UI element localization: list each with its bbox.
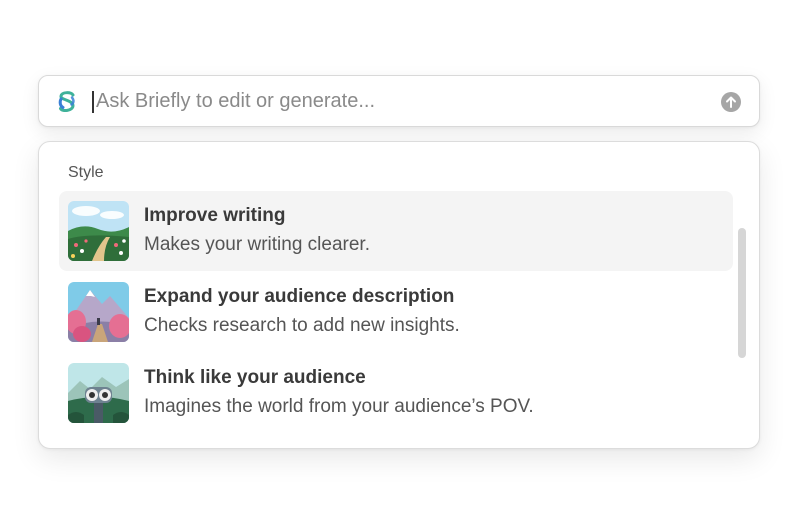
section-label: Style: [68, 164, 104, 181]
text-caret: [92, 91, 94, 113]
suggestions-menu: Style Improve writing Makes your writing…: [38, 141, 760, 449]
menu-item-expand-audience[interactable]: Expand your audience description Checks …: [59, 272, 733, 352]
binocular-viewer-thumbnail: [68, 363, 129, 423]
scrollbar[interactable]: [738, 228, 746, 358]
menu-item-improve-writing[interactable]: Improve writing Makes your writing clear…: [59, 191, 733, 271]
menu-item-description: Makes your writing clearer.: [144, 234, 370, 255]
menu-item-title: Expand your audience description: [144, 286, 455, 307]
send-arrow-icon[interactable]: [721, 92, 741, 112]
menu-item-description: Checks research to add new insights.: [144, 315, 460, 336]
meadow-path-thumbnail: [68, 201, 129, 261]
prompt-bar[interactable]: [38, 75, 760, 127]
scrollbar-thumb[interactable]: [738, 228, 746, 358]
menu-item-title: Think like your audience: [144, 367, 366, 388]
briefly-logo-icon: [56, 90, 78, 114]
menu-item-think-like-audience[interactable]: Think like your audience Imagines the wo…: [59, 353, 733, 433]
menu-item-title: Improve writing: [144, 205, 286, 226]
menu-item-description: Imagines the world from your audience’s …: [144, 396, 534, 417]
prompt-input[interactable]: [96, 76, 696, 126]
mountain-flowers-thumbnail: [68, 282, 129, 342]
